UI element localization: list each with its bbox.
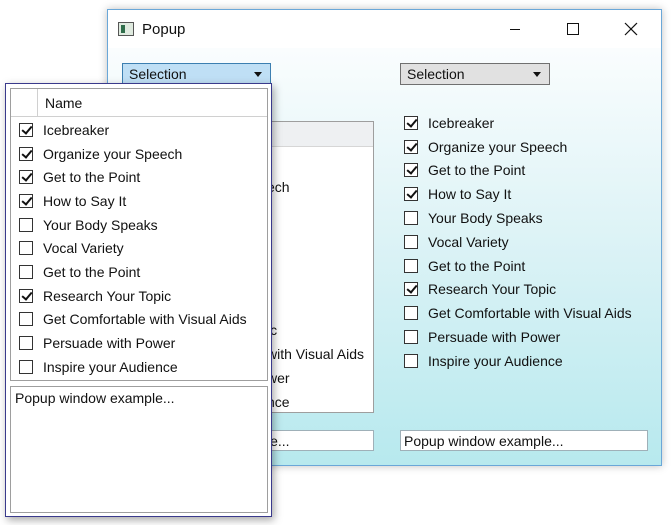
- list-item-label: Get Comfortable with Visual Aids: [43, 311, 247, 328]
- chevron-down-icon: [533, 72, 541, 77]
- list-item-label: Inspire your Audience: [428, 352, 563, 369]
- checkbox-icon[interactable]: [19, 312, 33, 327]
- checkbox-icon[interactable]: [404, 139, 418, 154]
- list-item-label: Persuade with Power: [43, 335, 176, 352]
- list-item-label: Get to the Point: [43, 264, 141, 281]
- list-item[interactable]: Get to the Point: [19, 165, 140, 189]
- minimize-icon: [510, 29, 520, 30]
- grid-header-corner[interactable]: [11, 89, 38, 116]
- close-icon: [624, 22, 638, 36]
- left-list[interactable]: ech ic with Visual Aids wer nce: [258, 121, 374, 413]
- grid-header: Name: [11, 89, 267, 117]
- chevron-down-icon: [254, 72, 262, 77]
- list-item[interactable]: Your Body Speaks: [19, 213, 158, 237]
- popup-textbox-value: Popup window example...: [15, 390, 175, 406]
- left-list-partial-text: with Visual Aids: [267, 346, 365, 362]
- minimize-button[interactable]: [486, 10, 544, 48]
- list-item[interactable]: Research Your Topic: [19, 284, 171, 308]
- checkbox-icon[interactable]: [19, 217, 33, 232]
- checkbox-icon[interactable]: [404, 211, 418, 226]
- app-icon: [118, 22, 134, 36]
- list-item-label: Inspire your Audience: [43, 358, 178, 375]
- checkbox-icon[interactable]: [19, 288, 33, 303]
- list-item-label: Research Your Topic: [428, 281, 557, 298]
- list-item[interactable]: Get to the Point: [404, 254, 525, 278]
- list-item-label: Icebreaker: [43, 121, 110, 138]
- list-item[interactable]: Get to the Point: [19, 260, 140, 284]
- right-textbox[interactable]: Popup window example...: [400, 430, 648, 451]
- checkbox-icon[interactable]: [404, 282, 418, 297]
- list-item-label: How to Say It: [428, 186, 512, 203]
- checkbox-icon[interactable]: [404, 306, 418, 321]
- checkbox-icon[interactable]: [404, 187, 418, 202]
- title-bar[interactable]: Popup: [108, 10, 661, 48]
- checkbox-icon[interactable]: [19, 359, 33, 374]
- list-item-label: Your Body Speaks: [43, 216, 158, 233]
- column-header-name[interactable]: Name: [45, 95, 82, 111]
- list-item[interactable]: Get Comfortable with Visual Aids: [19, 308, 247, 332]
- list-item[interactable]: How to Say It: [404, 182, 511, 206]
- list-item[interactable]: Organize your Speech: [404, 135, 567, 159]
- left-selection-label: Selection: [129, 66, 187, 82]
- checkbox-icon[interactable]: [19, 265, 33, 280]
- list-item[interactable]: Inspire your Audience: [404, 349, 563, 373]
- popup-textbox[interactable]: Popup window example...: [10, 386, 268, 513]
- popup: Name Icebreaker Organize your Speech Get t…: [5, 83, 272, 517]
- window-title: Popup: [142, 21, 186, 38]
- maximize-button[interactable]: [544, 10, 602, 48]
- list-item[interactable]: Your Body Speaks: [404, 206, 543, 230]
- list-item-label: Get to the Point: [428, 162, 526, 179]
- checkbox-icon[interactable]: [404, 234, 418, 249]
- list-item-label: Get to the Point: [428, 257, 526, 274]
- list-item[interactable]: Get Comfortable with Visual Aids: [404, 301, 632, 325]
- checkbox-icon[interactable]: [404, 163, 418, 178]
- checkbox-icon[interactable]: [19, 336, 33, 351]
- checkbox-icon[interactable]: [19, 241, 33, 256]
- checkbox-icon[interactable]: [19, 146, 33, 161]
- list-item[interactable]: Persuade with Power: [19, 331, 175, 355]
- list-item-label: Your Body Speaks: [428, 210, 543, 227]
- checkbox-icon[interactable]: [19, 193, 33, 208]
- popup-grid[interactable]: Name Icebreaker Organize your Speech Get t…: [10, 88, 268, 381]
- checkbox-icon[interactable]: [404, 330, 418, 345]
- popup-checklist: Icebreaker Organize your Speech Get to the…: [19, 118, 267, 380]
- list-item[interactable]: Icebreaker: [404, 111, 494, 135]
- list-item[interactable]: Get to the Point: [404, 159, 525, 183]
- list-item[interactable]: Organize your Speech: [19, 142, 182, 166]
- checkbox-icon[interactable]: [404, 115, 418, 130]
- left-selection-dropdown[interactable]: Selection: [122, 63, 271, 85]
- checkbox-icon[interactable]: [19, 122, 33, 137]
- list-item-label: Vocal Variety: [43, 240, 124, 257]
- right-checklist: Icebreaker Organize your Speech Get to the…: [404, 111, 654, 376]
- right-selection-dropdown[interactable]: Selection: [400, 63, 550, 85]
- close-button[interactable]: [602, 10, 660, 48]
- list-item-label: Organize your Speech: [428, 138, 568, 155]
- left-list-header: [259, 122, 373, 147]
- list-item[interactable]: Icebreaker: [19, 118, 109, 142]
- list-item[interactable]: Inspire your Audience: [19, 355, 178, 379]
- checkbox-icon[interactable]: [404, 258, 418, 273]
- left-textbox[interactable]: le...: [258, 430, 374, 451]
- maximize-icon: [567, 23, 579, 35]
- list-item-label: Vocal Variety: [428, 233, 509, 250]
- list-item[interactable]: Persuade with Power: [404, 325, 560, 349]
- right-selection-label: Selection: [407, 66, 465, 82]
- list-item-label: Icebreaker: [428, 114, 495, 131]
- list-item-label: How to Say It: [43, 192, 127, 209]
- list-item-label: Persuade with Power: [428, 329, 561, 346]
- checkbox-icon[interactable]: [19, 170, 33, 185]
- list-item-label: Get to the Point: [43, 169, 141, 186]
- list-item[interactable]: Vocal Variety: [404, 230, 509, 254]
- list-item[interactable]: How to Say It: [19, 189, 126, 213]
- list-item-label: Get Comfortable with Visual Aids: [428, 305, 632, 322]
- right-textbox-value: Popup window example...: [404, 432, 564, 449]
- list-item[interactable]: Research Your Topic: [404, 278, 556, 302]
- list-item-label: Organize your Speech: [43, 145, 183, 162]
- list-item-label: Research Your Topic: [43, 287, 172, 304]
- checkbox-icon[interactable]: [404, 353, 418, 368]
- list-item[interactable]: Vocal Variety: [19, 237, 124, 261]
